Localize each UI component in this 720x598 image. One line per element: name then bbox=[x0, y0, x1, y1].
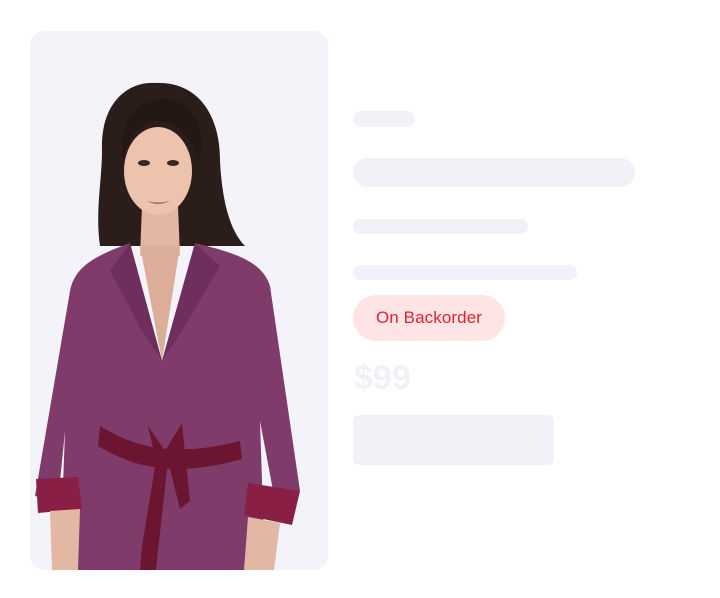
skeleton-category bbox=[353, 111, 415, 127]
product-image-card bbox=[30, 31, 328, 570]
product-photo-person-icon bbox=[35, 82, 300, 570]
product-price: $99 bbox=[354, 359, 411, 397]
skeleton-line bbox=[353, 265, 577, 280]
skeleton-title bbox=[353, 158, 635, 187]
skeleton-line bbox=[353, 219, 528, 234]
add-to-cart-button-placeholder[interactable] bbox=[353, 415, 554, 465]
availability-badge: On Backorder bbox=[353, 295, 505, 341]
